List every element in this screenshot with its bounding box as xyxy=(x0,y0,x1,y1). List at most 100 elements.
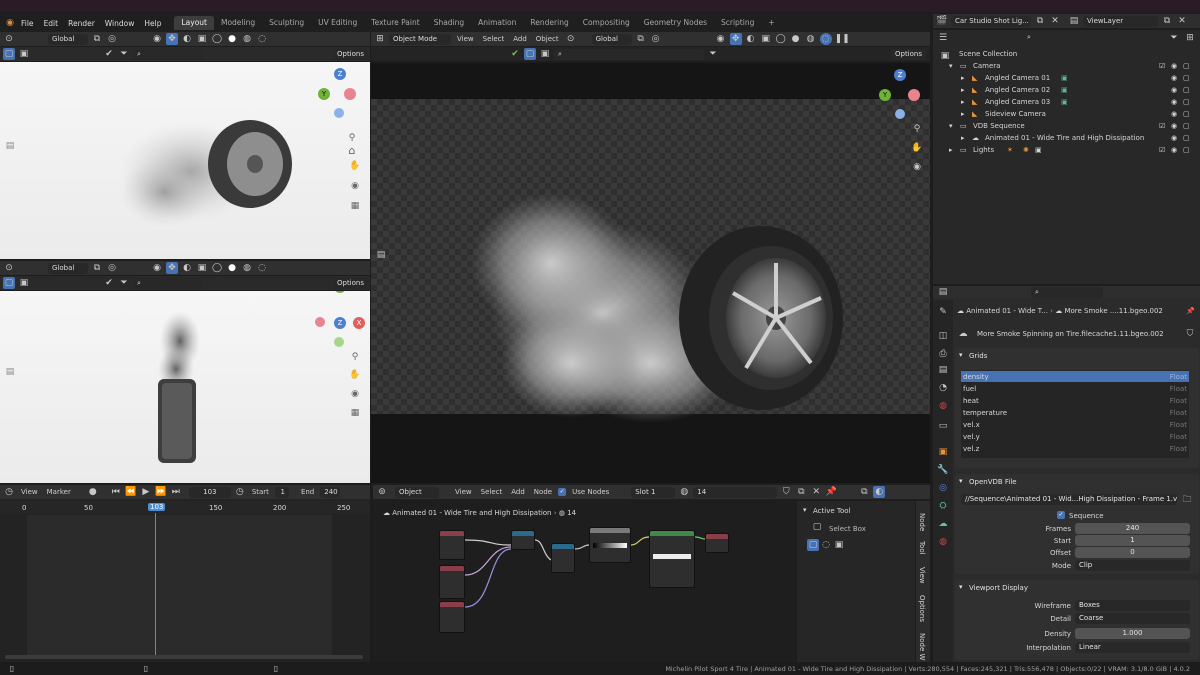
main-viewport[interactable]: Z Y ⚲ ✋ ◉ ▤ xyxy=(371,63,930,483)
tab-layout[interactable]: Layout xyxy=(174,16,214,30)
fake-user-shield-icon[interactable]: ⛉ xyxy=(1184,328,1196,340)
principled-volume-node[interactable] xyxy=(649,530,695,588)
perspective-grid-icon[interactable]: ▦ xyxy=(349,407,361,419)
properties-search-field[interactable]: ⌕ xyxy=(1031,287,1103,298)
orientation-dropdown[interactable]: Global xyxy=(48,33,88,45)
perspective-grid-icon[interactable]: ▦ xyxy=(349,200,361,212)
view-layer-icon[interactable]: ▤ xyxy=(1068,15,1080,27)
sidebar-toggle-icon[interactable]: ▤ xyxy=(4,140,16,152)
close-view-layer-icon[interactable]: ✕ xyxy=(1176,15,1188,27)
tab-geometry-nodes[interactable]: Geometry Nodes xyxy=(637,16,714,30)
start-field[interactable]: 1 xyxy=(1075,535,1190,546)
list-item[interactable]: temperature Float xyxy=(961,407,1189,418)
pin-icon[interactable]: 📌 xyxy=(1186,307,1195,315)
view-layer-field[interactable]: ViewLayer xyxy=(1083,15,1158,27)
playhead[interactable] xyxy=(155,513,156,657)
zoom-icon[interactable]: ⚲ xyxy=(911,123,923,135)
transform-pivot-icon[interactable]: ⊙ xyxy=(565,33,577,45)
frames-field[interactable]: 240 xyxy=(1075,523,1190,534)
outliner-row-angled-camera-02[interactable]: ▸ ◣ Angled Camera 02 ▣ ◉ ▢ xyxy=(933,85,1200,97)
camera-render-icon[interactable]: ▢ xyxy=(1183,74,1190,82)
menu-view[interactable]: View xyxy=(18,488,41,496)
select-mode-icon[interactable]: ▣ xyxy=(18,48,30,60)
chevron-right-icon[interactable]: ▸ xyxy=(961,74,965,82)
menu-marker[interactable]: Marker xyxy=(44,488,74,496)
outliner-row-animated-01[interactable]: ▸ ☁ Animated 01 - Wide Tire and High Dis… xyxy=(933,133,1200,145)
unlink-icon[interactable]: ✕ xyxy=(810,486,822,498)
gizmo-x-axis[interactable] xyxy=(908,89,920,101)
select-box-icon[interactable]: ▢ xyxy=(3,48,15,60)
blender-logo-icon[interactable]: ◉ xyxy=(4,17,16,29)
gizmo-neg-x[interactable] xyxy=(315,317,325,327)
pause-render-icon[interactable]: ❚❚ xyxy=(835,33,850,45)
chevron-right-icon[interactable]: ▸ xyxy=(961,98,965,106)
data-tab-icon[interactable]: ☁ xyxy=(937,518,949,530)
eye-icon[interactable]: ◉ xyxy=(1171,74,1177,82)
menu-view[interactable]: View xyxy=(454,35,477,43)
camera-render-icon[interactable]: ▢ xyxy=(1183,122,1190,130)
math-node[interactable] xyxy=(511,530,535,550)
attribute-node[interactable] xyxy=(439,530,465,560)
object-tab-icon[interactable]: ▣ xyxy=(937,446,949,458)
new-collection-icon[interactable]: ⊞ xyxy=(1184,32,1196,44)
editor-type-icon[interactable]: ◷ xyxy=(3,486,15,498)
shading-solid-icon[interactable]: ● xyxy=(226,262,238,274)
eye-icon[interactable]: ◉ xyxy=(1171,62,1177,70)
start-frame-field[interactable]: 1 xyxy=(274,486,289,498)
prev-keyframe-icon[interactable]: ⏪ xyxy=(125,486,137,498)
proportional-edit-icon[interactable]: ◎ xyxy=(650,33,662,45)
gizmo-y-axis[interactable]: Y xyxy=(318,88,330,100)
shading-material-icon[interactable]: ◍ xyxy=(805,33,817,45)
left-top-viewport[interactable]: Z Y ⚲ ⌂ ✋ ◉ ▦ ▤ xyxy=(0,62,370,259)
menu-object[interactable]: Object xyxy=(533,35,562,43)
xray-icon[interactable]: ▣ xyxy=(760,33,772,45)
chevron-down-icon[interactable]: ▾ xyxy=(949,122,953,130)
menu-render[interactable]: Render xyxy=(63,19,100,28)
menu-window[interactable]: Window xyxy=(100,19,140,28)
select-box-icon[interactable]: ▢ xyxy=(811,521,823,533)
gizmo-x-axis[interactable] xyxy=(344,88,356,100)
zoom-icon[interactable]: ⚲ xyxy=(346,132,358,144)
tab-node[interactable]: Node xyxy=(918,513,926,531)
menu-file[interactable]: File xyxy=(16,19,39,28)
tab-modeling[interactable]: Modeling xyxy=(214,16,262,30)
chevron-down-icon[interactable]: ▾ xyxy=(803,506,807,514)
menu-help[interactable]: Help xyxy=(139,19,166,28)
viewport-display-title[interactable]: Viewport Display xyxy=(969,584,1028,592)
search-field[interactable]: ⌕ xyxy=(133,48,203,60)
camera-render-icon[interactable]: ▢ xyxy=(1183,86,1190,94)
orientation-dropdown[interactable]: Global xyxy=(591,33,632,45)
proportional-edit-icon[interactable]: ◎ xyxy=(106,33,118,45)
shading-solid-icon[interactable]: ● xyxy=(790,33,802,45)
mode-dropdown[interactable]: Clip xyxy=(1075,560,1190,571)
outliner-root[interactable]: ▣ Scene Collection xyxy=(933,49,1200,61)
orientation-dropdown[interactable]: Global xyxy=(48,262,88,274)
horizontal-scrollbar[interactable] xyxy=(5,655,363,659)
camera-icon[interactable]: ◉ xyxy=(911,161,923,173)
gizmo-neg-z[interactable] xyxy=(334,108,344,118)
xray-icon[interactable]: ▣ xyxy=(196,262,208,274)
list-item[interactable]: vel.x Float xyxy=(961,419,1189,430)
tab-uv-editing[interactable]: UV Editing xyxy=(311,16,364,30)
shading-material-icon[interactable]: ◍ xyxy=(241,262,253,274)
record-icon[interactable]: ● xyxy=(87,486,99,498)
tab-scripting[interactable]: Scripting xyxy=(714,16,761,30)
menu-add[interactable]: Add xyxy=(510,35,530,43)
tab-texture-paint[interactable]: Texture Paint xyxy=(364,16,426,30)
density-field[interactable]: 1.000 xyxy=(1075,628,1190,639)
frame-ruler[interactable]: 0 50 103 150 200 250 xyxy=(0,501,370,514)
options-dropdown[interactable]: Options xyxy=(332,277,368,289)
outliner-search-field[interactable]: ⌕ xyxy=(1023,32,1133,43)
gizmo-y-axis[interactable]: Y xyxy=(879,89,891,101)
tab-view[interactable]: View xyxy=(918,567,926,584)
next-keyframe-icon[interactable]: ⏩ xyxy=(155,486,167,498)
xray-icon[interactable]: ▣ xyxy=(196,33,208,45)
detail-dropdown[interactable]: Coarse xyxy=(1075,613,1190,624)
outliner-row-angled-camera-03[interactable]: ▸ ◣ Angled Camera 03 ▣ ◉ ▢ xyxy=(933,97,1200,109)
view-layer-tab-icon[interactable]: ▤ xyxy=(937,364,949,376)
tab-sculpting[interactable]: Sculpting xyxy=(262,16,311,30)
list-item[interactable]: density Float xyxy=(961,371,1189,382)
list-item[interactable]: fuel Float xyxy=(961,383,1189,394)
gizmo-toggle-icon[interactable]: ✥ xyxy=(166,262,178,274)
gizmo-neg-z[interactable] xyxy=(895,109,905,119)
